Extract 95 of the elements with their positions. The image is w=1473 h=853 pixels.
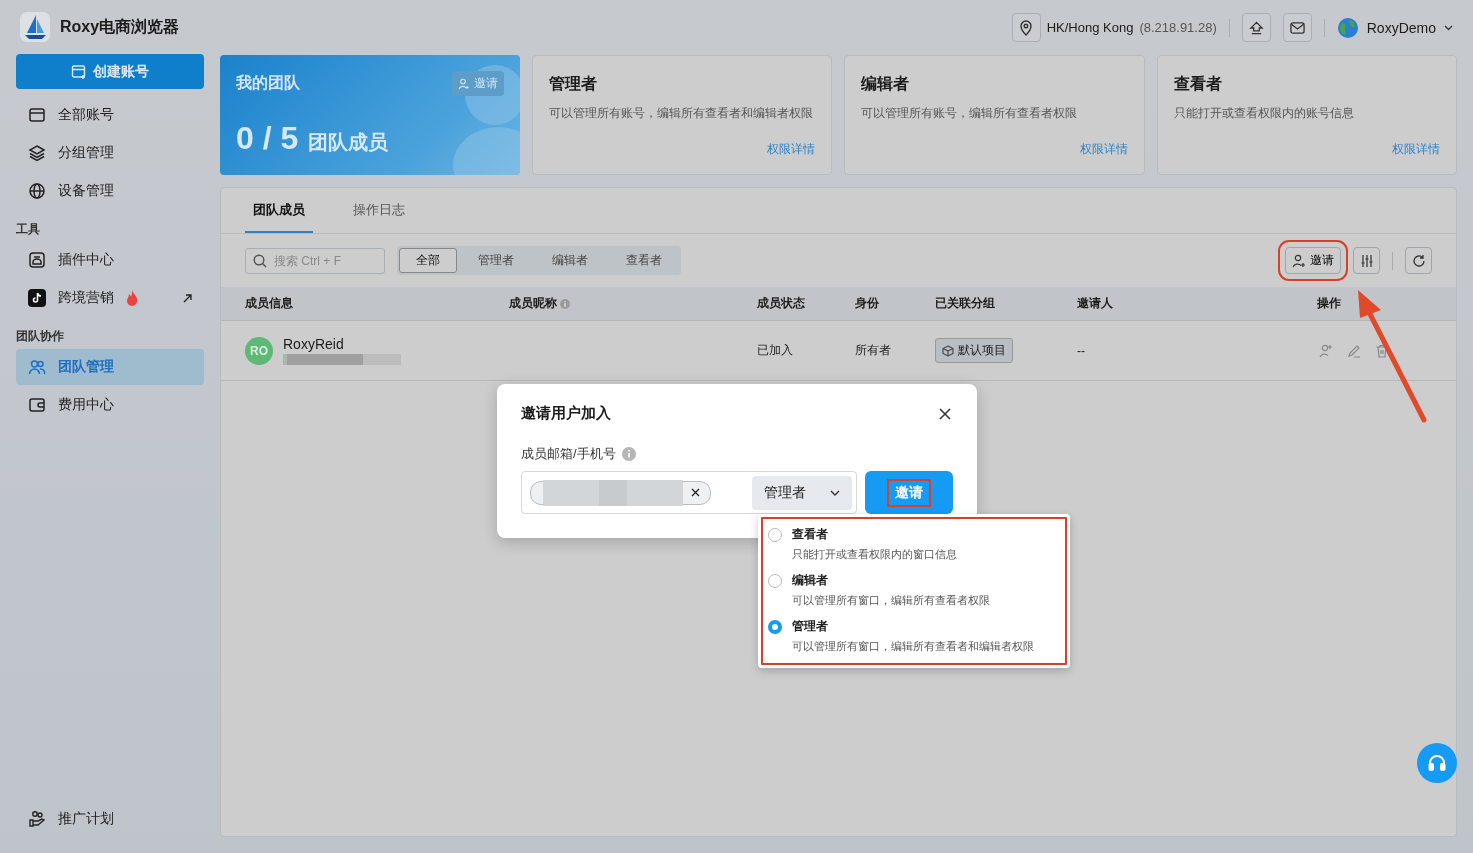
add-user-icon [1292,253,1306,268]
member-count-label: 团队成员 [308,130,389,155]
user-menu[interactable]: RoxyDemo [1336,16,1453,39]
option-title: 查看者 [792,526,829,543]
add-user-icon [458,77,470,90]
section-heading: 工具 [16,221,41,238]
location-pin-icon [1019,19,1034,36]
table-cell-text: 所有者 [855,342,892,359]
sidebar-item[interactable]: 跨境营销 [16,280,204,316]
filter-option[interactable]: 管理者 [461,248,531,273]
window-icon [28,106,46,124]
role-title: 查看者 [1173,74,1223,94]
close-icon [939,407,951,420]
upload-icon [1248,19,1264,36]
avatar: RO [245,336,273,365]
option-description: 只能打开或查看权限内的窗口信息 [792,547,957,562]
ip-address: (8.218.91.28) [1139,20,1217,35]
add-user-icon [1319,343,1333,358]
layers-icon [28,144,46,162]
card-title: 我的团队 [236,73,300,93]
option-description: 可以管理所有窗口，编辑所有查看者和编辑者权限 [792,639,1034,654]
group-tag: 默认项目 [935,338,1013,363]
column-header: 成员昵称 [509,295,757,312]
role-description: 可以管理所有账号，编辑所有查看者和编辑者权限 [549,105,814,122]
sidebar-item[interactable]: 推广计划 [16,801,204,837]
sidebar-item[interactable]: 全部账号 [16,97,204,133]
dialog-title: 邀请用户加入 [521,404,611,423]
sliders-icon [1359,253,1374,268]
radio-button[interactable] [768,620,782,634]
refresh-button[interactable] [1405,247,1432,274]
sidebar-item[interactable]: 插件中心 [16,242,204,278]
chevron-down-icon [830,489,840,496]
plugin-icon [28,251,46,269]
column-settings-button[interactable] [1353,247,1380,274]
column-header: 操作 [1317,295,1342,312]
trash-icon [1375,343,1389,358]
search-icon [253,253,267,268]
cube-icon [942,344,954,357]
field-label: 成员邮箱/手机号 [521,445,616,463]
role-description: 只能打开或查看权限内的账号信息 [1173,105,1355,122]
tab[interactable]: 团队成员 [245,188,313,233]
role-description: 可以管理所有账号，编辑所有查看者权限 [861,105,1079,122]
add-window-icon [71,63,87,80]
email-chip[interactable] [530,480,711,505]
location-chip[interactable]: HK/Hong Kong (8.218.91.28) [1011,13,1217,42]
location-text: HK/Hong Kong [1046,20,1134,35]
member-count: 0 / 5 [236,120,299,157]
column-header: 成员状态 [757,295,806,312]
hand-people-icon [28,810,46,828]
email-input-field[interactable]: 管理者 [521,471,857,514]
table-cell-text: -- [1077,343,1086,358]
filter-option[interactable]: 查看者 [609,248,679,273]
option-title: 管理者 [792,618,829,635]
chevron-down-icon [1444,24,1453,31]
info-icon [621,447,636,461]
upload-button[interactable] [1241,13,1271,42]
sidebar-item[interactable]: 费用中心 [16,387,204,423]
refresh-icon [1411,253,1426,268]
headset-icon [1427,753,1447,773]
column-header: 成员信息 [245,295,294,312]
sailboat-logo-icon [20,12,50,42]
member-name: RoxyReid [283,336,345,352]
sidebar-item[interactable]: 分组管理 [16,135,204,171]
mail-icon [1289,20,1305,35]
filter-option[interactable]: 全部 [399,248,457,273]
team-icon [28,358,46,376]
info-icon [560,298,570,309]
column-header: 已关联分组 [935,295,996,312]
music-note-icon [28,289,46,307]
option-description: 可以管理所有窗口，编辑所有查看者权限 [792,593,990,608]
search-field[interactable]: 搜索 Ctrl + F [245,247,385,274]
remove-icon [691,488,700,497]
section-heading: 团队协作 [16,328,65,345]
role-option[interactable]: 管理者 可以管理所有窗口，编辑所有查看者和编辑者权限 [768,618,1060,654]
role-title: 管理者 [549,74,598,94]
role-title: 编辑者 [861,74,911,94]
column-header: 邀请人 [1077,295,1114,312]
column-header: 身份 [855,295,880,312]
role-select[interactable]: 管理者 [752,475,852,510]
globe-avatar-icon [1336,16,1359,39]
pencil-icon [1347,343,1361,358]
wallet-icon [28,396,46,414]
role-option[interactable]: 查看者 只能打开或查看权限内的窗口信息 [768,526,1060,562]
role-option[interactable]: 编辑者 可以管理所有窗口，编辑所有查看者权限 [768,572,1060,608]
filter-option[interactable]: 编辑者 [535,248,605,273]
tab[interactable]: 操作日志 [345,188,413,233]
sidebar-item[interactable]: 设备管理 [16,173,204,209]
option-title: 编辑者 [792,572,829,589]
mail-button[interactable] [1282,13,1312,42]
globe-icon [28,182,46,200]
flame-icon [126,290,138,306]
table-cell-text: 已加入 [757,342,794,359]
external-link-icon [183,293,192,303]
close-button[interactable] [937,405,953,422]
app-title: Roxy电商浏览器 [60,16,180,37]
